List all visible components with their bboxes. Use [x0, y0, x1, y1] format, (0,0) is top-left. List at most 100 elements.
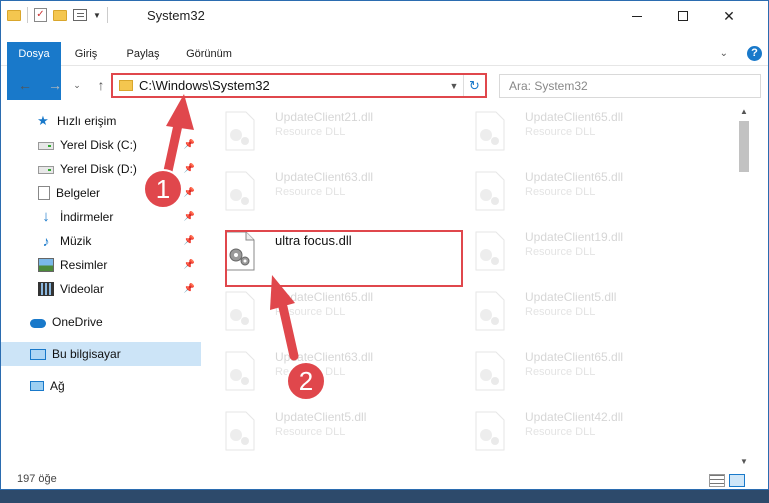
video-icon: [38, 282, 54, 296]
music-icon: ♪: [42, 233, 50, 249]
dll-file-icon: [225, 111, 255, 151]
sidebar-item-label: Resimler: [60, 258, 108, 272]
item-count: 197 öğe: [17, 473, 57, 485]
pictures-icon: [38, 258, 54, 272]
refresh-icon[interactable]: ↻: [463, 75, 485, 96]
dll-file-icon: [475, 231, 505, 271]
file-type: Resource DLL: [525, 246, 596, 258]
sidebar-item-videos[interactable]: Videolar 📌: [1, 277, 201, 301]
file-item[interactable]: UpdateClient5.dll Resource DLL: [457, 285, 697, 343]
divider: [27, 7, 28, 23]
properties-check-icon[interactable]: ✓: [34, 8, 47, 22]
file-item[interactable]: UpdateClient65.dll Resource DLL: [457, 345, 697, 403]
close-button[interactable]: ✕: [706, 1, 752, 31]
sidebar-item-quick-access[interactable]: ★ Hızlı erişim: [1, 109, 201, 133]
pin-icon[interactable]: 📌: [184, 163, 195, 174]
sidebar-item-disk-d[interactable]: Yerel Disk (D:) 📌: [1, 157, 201, 181]
tab-view[interactable]: Görünüm: [179, 42, 239, 66]
dll-file-icon: [225, 411, 255, 451]
pin-icon[interactable]: 📌: [184, 283, 195, 294]
file-item[interactable]: UpdateClient21.dll Resource DLL: [207, 105, 447, 163]
star-icon: ★: [37, 113, 49, 128]
sidebar-item-disk-c[interactable]: Yerel Disk (C:) 📌: [1, 133, 201, 157]
sidebar-item-label: Bu bilgisayar: [52, 347, 121, 361]
arrow-left-icon[interactable]: ←: [15, 76, 35, 94]
sidebar-item-label: Müzik: [60, 234, 92, 248]
file-item[interactable]: UpdateClient65.dll Resource DLL: [457, 165, 697, 223]
pin-icon[interactable]: 📌: [184, 211, 195, 222]
tab-share[interactable]: Paylaş: [120, 42, 166, 66]
file-type: Resource DLL: [525, 426, 596, 438]
large-icons-view-icon[interactable]: [729, 474, 745, 487]
file-name: UpdateClient65.dll: [525, 110, 624, 124]
dll-file-icon: [475, 351, 505, 391]
file-name: UpdateClient63.dll: [275, 170, 374, 184]
pin-icon[interactable]: 📌: [184, 139, 195, 150]
details-view-icon[interactable]: [709, 474, 725, 487]
file-name: UpdateClient42.dll: [525, 410, 624, 424]
document-icon: [38, 186, 50, 200]
scroll-up-icon[interactable]: ▲: [740, 107, 748, 116]
file-item[interactable]: UpdateClient63.dll Resource DLL: [207, 165, 447, 223]
file-type: Resource DLL: [275, 366, 346, 378]
customize-icon[interactable]: [73, 9, 87, 21]
file-item[interactable]: UpdateClient65.dll Resource DLL: [457, 105, 697, 163]
sidebar-item-documents[interactable]: Belgeler 📌: [1, 181, 201, 205]
drive-icon: [38, 166, 54, 174]
quick-access-toolbar: ✓ ▼: [7, 7, 108, 23]
vertical-scrollbar[interactable]: ▲ ▼: [737, 105, 751, 469]
computer-icon: [30, 348, 46, 360]
dll-file-icon: [475, 291, 505, 331]
file-name: UpdateClient65.dll: [525, 350, 624, 364]
folder-icon: [7, 9, 21, 21]
file-name: UpdateClient21.dll: [275, 110, 374, 124]
file-name: UpdateClient63.dll: [275, 350, 374, 364]
pin-icon[interactable]: 📌: [184, 187, 195, 198]
sidebar-item-label: OneDrive: [52, 315, 103, 329]
maximize-button[interactable]: [660, 1, 706, 31]
help-icon[interactable]: ?: [747, 46, 762, 61]
drive-icon: [38, 142, 54, 150]
minimize-icon: [632, 15, 642, 17]
sidebar-item-pictures[interactable]: Resimler 📌: [1, 253, 201, 277]
sidebar-item-label: Ağ: [50, 379, 65, 393]
highlight-box: [225, 230, 463, 287]
arrow-up-icon[interactable]: ↑: [91, 76, 111, 94]
dll-file-icon: [475, 111, 505, 151]
sidebar-item-onedrive[interactable]: OneDrive: [1, 310, 201, 334]
chevron-down-icon[interactable]: ⌄: [720, 48, 728, 59]
explorer-window: ✓ ▼ System32 ✕ Dosya Giriş Paylaş Görünü…: [0, 0, 769, 490]
minimize-button[interactable]: [614, 1, 660, 31]
file-item[interactable]: UpdateClient5.dll Resource DLL: [207, 405, 447, 463]
sidebar-item-downloads[interactable]: ↓ İndirmeler 📌: [1, 205, 201, 229]
search-input[interactable]: Ara: System32: [499, 74, 761, 98]
address-path[interactable]: C:\Windows\System32: [139, 78, 445, 93]
pin-icon[interactable]: 📌: [184, 259, 195, 270]
window-title: System32: [147, 8, 205, 23]
tab-home[interactable]: Giriş: [66, 42, 106, 66]
chevron-down-icon[interactable]: ▼: [445, 81, 463, 91]
sidebar-item-label: Yerel Disk (D:): [60, 162, 137, 176]
file-item[interactable]: UpdateClient19.dll Resource DLL: [457, 225, 697, 283]
status-bar: 197 öğe: [1, 471, 768, 489]
address-bar[interactable]: C:\Windows\System32 ▼ ↻: [111, 73, 487, 98]
sidebar-item-music[interactable]: ♪ Müzik 📌: [1, 229, 201, 253]
dll-file-icon: [225, 171, 255, 211]
chevron-down-icon[interactable]: ▼: [93, 11, 101, 20]
dll-file-icon: [475, 171, 505, 211]
sidebar-item-this-pc[interactable]: Bu bilgisayar: [1, 342, 201, 366]
sidebar-item-network[interactable]: Ağ: [1, 374, 201, 398]
file-name: UpdateClient65.dll: [525, 170, 624, 184]
chevron-down-icon[interactable]: ⌄: [67, 76, 87, 94]
scroll-thumb[interactable]: [739, 121, 749, 172]
file-item[interactable]: UpdateClient42.dll Resource DLL: [457, 405, 697, 463]
scroll-down-icon[interactable]: ▼: [740, 457, 748, 466]
pin-icon[interactable]: 📌: [184, 235, 195, 246]
file-type: Resource DLL: [275, 186, 346, 198]
file-item[interactable]: UpdateClient65.dll Resource DLL: [207, 285, 447, 343]
new-folder-icon[interactable]: [53, 9, 67, 21]
download-icon: ↓: [42, 208, 50, 225]
file-item[interactable]: UpdateClient63.dll Resource DLL: [207, 345, 447, 403]
file-type: Resource DLL: [275, 126, 346, 138]
arrow-right-icon[interactable]: →: [45, 76, 65, 94]
